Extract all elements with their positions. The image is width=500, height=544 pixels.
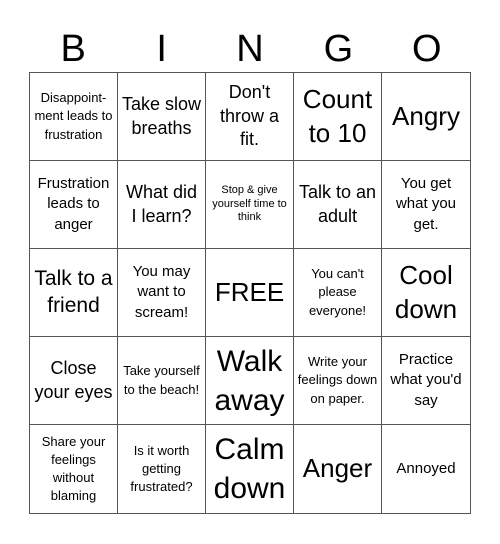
cell-text: Talk to a friend — [34, 267, 113, 317]
bingo-cell[interactable]: Disappoint-ment leads to frustration — [30, 73, 118, 161]
bingo-board: Disappoint-ment leads to frustration Tak… — [29, 72, 471, 514]
cell-text: Take yourself to the beach! — [123, 363, 200, 397]
cell-text: Annoyed — [396, 459, 456, 477]
free-space[interactable]: FREE — [206, 249, 294, 337]
cell-text: You can't please everyone! — [308, 266, 367, 318]
cell-text: You may want to scream! — [132, 263, 191, 321]
bingo-cell[interactable]: Calm down — [206, 425, 294, 513]
cell-text: What did I learn? — [125, 182, 198, 226]
header-letter-i: I — [156, 28, 167, 70]
cell-text: Practice what you'd say — [390, 351, 462, 409]
bingo-cell[interactable]: Annoyed — [382, 425, 470, 513]
bingo-cell[interactable]: Anger — [294, 425, 382, 513]
bingo-cell[interactable]: Stop & give yourself time to think — [206, 161, 294, 249]
header-letter-b: B — [60, 28, 86, 70]
bingo-cell[interactable]: Walk away — [206, 337, 294, 425]
cell-text: Walk away — [214, 344, 285, 417]
cell-text: Talk to an adult — [298, 182, 377, 226]
bingo-cell[interactable]: Take slow breaths — [118, 73, 206, 161]
bingo-cell[interactable]: Don't throw a fit. — [206, 73, 294, 161]
bingo-cell[interactable]: Talk to an adult — [294, 161, 382, 249]
cell-text: Don't throw a fit. — [219, 82, 280, 150]
bingo-cell[interactable]: Talk to a friend — [30, 249, 118, 337]
cell-text: Cool down — [394, 259, 458, 324]
free-space-text: FREE — [214, 276, 285, 307]
cell-text: Angry — [392, 100, 460, 131]
cell-text: Disappoint-ment leads to frustration — [34, 90, 113, 142]
bingo-cell[interactable]: Count to 10 — [294, 73, 382, 161]
header-letter-o: O — [412, 28, 442, 70]
header-letter-g: G — [323, 28, 354, 70]
bingo-cell[interactable]: Cool down — [382, 249, 470, 337]
bingo-header: B I N G O — [29, 26, 471, 72]
cell-text: Write your feelings down on paper. — [297, 354, 378, 406]
cell-text: Anger — [302, 453, 373, 484]
cell-text: Is it worth getting frustrated? — [130, 442, 193, 495]
cell-text: Count to 10 — [302, 83, 373, 148]
bingo-cell[interactable]: You can't please everyone! — [294, 249, 382, 337]
bingo-cell[interactable]: Angry — [382, 73, 470, 161]
cell-text: You get what you get. — [395, 175, 457, 233]
bingo-cell[interactable]: Close your eyes — [30, 337, 118, 425]
bingo-cell[interactable]: You may want to scream! — [118, 249, 206, 337]
cell-text: Close your eyes — [34, 358, 113, 402]
cell-text: Stop & give yourself time to think — [212, 183, 287, 224]
cell-text: Take slow breaths — [121, 94, 202, 138]
bingo-cell[interactable]: Share your feelings without blaming — [30, 425, 118, 513]
header-letter-n: N — [236, 28, 264, 70]
bingo-cell[interactable]: Is it worth getting frustrated? — [118, 425, 206, 513]
bingo-cell[interactable]: Take yourself to the beach! — [118, 337, 206, 425]
bingo-cell[interactable]: Frustration leads to anger — [30, 161, 118, 249]
bingo-cell[interactable]: What did I learn? — [118, 161, 206, 249]
bingo-cell[interactable]: You get what you get. — [382, 161, 470, 249]
bingo-cell[interactable]: Practice what you'd say — [382, 337, 470, 425]
bingo-cell[interactable]: Write your feelings down on paper. — [294, 337, 382, 425]
cell-text: Share your feelings without blaming — [41, 433, 106, 504]
cell-text: Frustration leads to anger — [37, 175, 110, 233]
cell-text: Calm down — [213, 433, 286, 505]
